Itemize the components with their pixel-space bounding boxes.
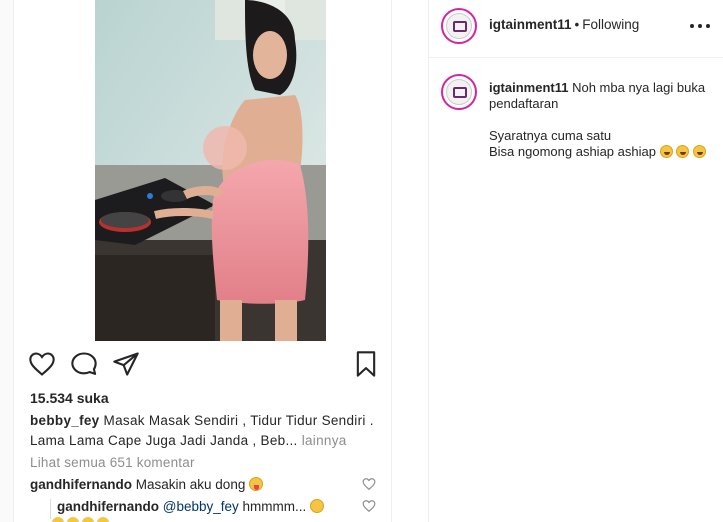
embedded-post-panel: 15.534 suka bebby_fey Masak Masak Sendir… <box>0 0 392 522</box>
caption-text-line2: Lama Lama Cape Juga Jadi Janda , Beb... <box>30 433 298 448</box>
side-caption-username[interactable]: igtainment11 <box>489 80 568 95</box>
comment-item: gandhifernando Masakin aku dong <box>30 477 380 497</box>
reply-text: hmmmm... <box>242 499 307 514</box>
header-user-line: igtainment11 • Following <box>489 17 639 32</box>
side-caption: igtainment11 Noh mba nya lagi buka penda… <box>489 80 714 160</box>
reply-username[interactable]: gandhifernando <box>57 499 159 514</box>
avatar[interactable] <box>441 8 477 44</box>
side-caption-line3: Bisa ngomong ashiap ashiap <box>489 144 656 159</box>
thinking-face-emoji <box>310 499 325 513</box>
post-photo-image <box>95 0 326 341</box>
small-heart-icon[interactable] <box>362 477 376 491</box>
side-caption-line2: Syaratnya cuma satu <box>489 128 612 143</box>
post-detail-panel: igtainment11 • Following igtainment11 Noh … <box>428 0 723 522</box>
header-separator: • <box>574 17 580 32</box>
small-heart-icon[interactable] <box>362 499 376 513</box>
speech-bubble-icon[interactable] <box>70 350 98 378</box>
rolling-laughing-emoji <box>676 145 690 158</box>
header-username[interactable]: igtainment11 <box>489 17 572 32</box>
view-all-comments-link[interactable]: Lihat semua 651 komentar <box>30 455 195 470</box>
left-gutter <box>0 0 14 522</box>
caption-avatar[interactable] <box>441 74 477 110</box>
rolling-laughing-emoji <box>692 145 706 158</box>
post-action-bar <box>28 350 380 380</box>
reply-mention[interactable]: @bebby_fey <box>163 499 239 514</box>
winking-tongue-emoji <box>249 477 264 491</box>
more-options-icon[interactable] <box>690 18 710 34</box>
post-header: igtainment11 • Following <box>429 0 723 58</box>
caption-text-line1: Masak Masak Sendiri , Tidur Tidur Sendir… <box>103 413 374 428</box>
reply-next-clipped <box>52 516 252 522</box>
post-photo[interactable] <box>95 0 326 341</box>
rolling-laughing-emoji <box>659 145 673 158</box>
following-button[interactable]: Following <box>582 17 639 32</box>
comment-text: Masakin aku dong <box>135 477 246 492</box>
paper-plane-icon[interactable] <box>112 350 140 378</box>
bookmark-icon[interactable] <box>352 350 380 378</box>
post-caption: bebby_fey Masak Masak Sendiri , Tidur Ti… <box>30 411 382 451</box>
comment-username[interactable]: gandhifernando <box>30 477 132 492</box>
likes-count[interactable]: 15.534 suka <box>30 390 109 406</box>
caption-username[interactable]: bebby_fey <box>30 413 99 428</box>
heart-outline-icon[interactable] <box>28 350 56 378</box>
caption-more-link[interactable]: lainnya <box>302 433 347 448</box>
